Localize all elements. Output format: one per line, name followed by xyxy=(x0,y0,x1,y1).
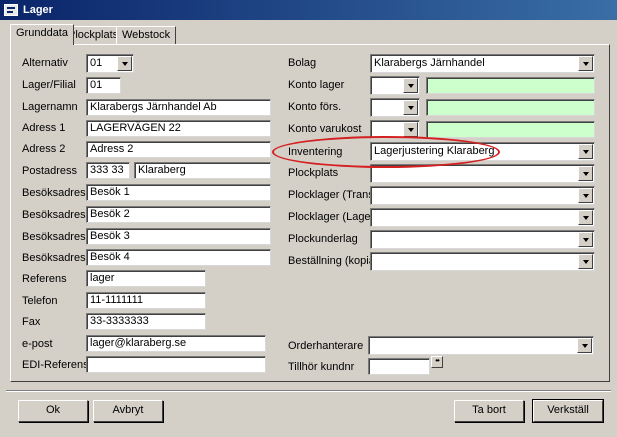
tab-grunddata[interactable]: Grunddata xyxy=(10,24,74,45)
verkstall-button[interactable]: Verkställ xyxy=(532,399,604,423)
avbryt-button-label: Avbryt xyxy=(112,404,144,416)
tab-webstock-label: Webstock xyxy=(122,29,171,41)
ta-bort-button-label: Ta bort xyxy=(472,404,506,416)
title-bar[interactable]: Lager xyxy=(0,0,617,20)
ta-bort-button[interactable]: Ta bort xyxy=(454,400,524,422)
tab-webstock[interactable]: Webstock xyxy=(116,26,177,44)
tab-grunddata-label: Grunddata xyxy=(16,27,68,39)
ok-button-label: Ok xyxy=(45,404,61,416)
ok-button[interactable]: Ok xyxy=(18,400,88,422)
footer-separator xyxy=(6,390,611,392)
avbryt-button[interactable]: Avbryt xyxy=(93,400,163,422)
window-title: Lager xyxy=(23,4,53,16)
window-icon xyxy=(4,4,18,16)
tab-panel-grunddata xyxy=(10,44,610,382)
verkstall-button-label: Verkställ xyxy=(547,404,589,416)
